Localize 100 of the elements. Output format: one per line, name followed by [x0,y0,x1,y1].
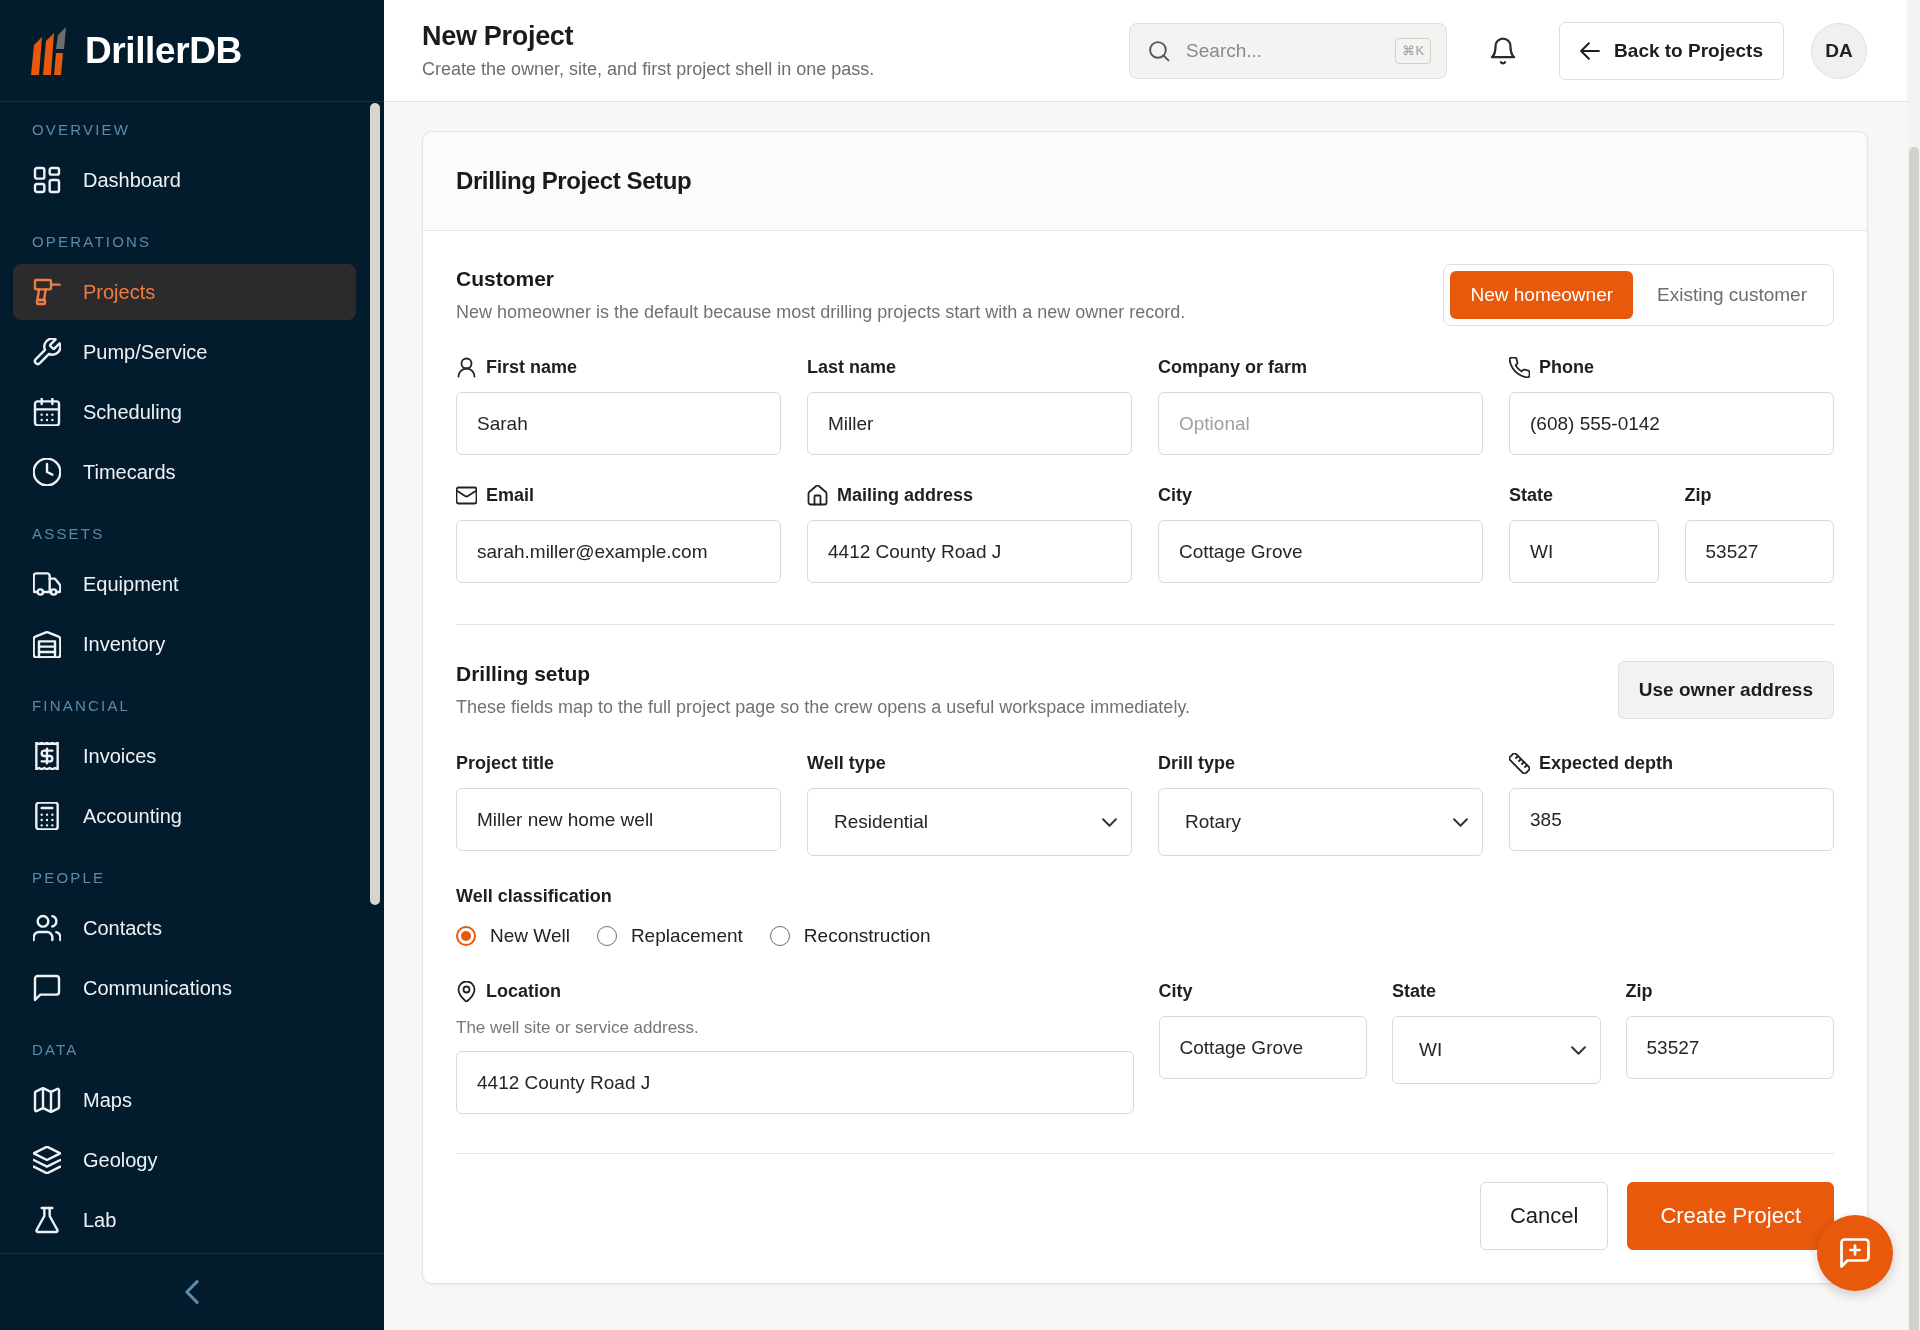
field-label: State [1509,484,1553,506]
field-label: Project title [456,752,555,774]
section-label: DATA [31,1040,80,1060]
nav-item[interactable]: Equipment [13,556,356,612]
arrow-left-icon [1580,40,1601,61]
dropdown[interactable]: Residential [807,788,1132,856]
chat-bubble-icon [33,974,61,1002]
section-label: OPERATIONS [31,232,153,252]
text-field[interactable]: Cottage Grove [1158,520,1483,583]
field-label: Zip [1684,484,1712,506]
dropdown[interactable]: WI [1392,1016,1601,1084]
field-label: Last name [807,356,897,378]
field-label: City [1158,484,1192,506]
bell-icon[interactable] [1490,36,1517,65]
section-title: Drilling setup [456,661,591,687]
card-title: Drilling Project Setup [456,167,692,195]
drill-icon [33,278,61,306]
field-label: Location [486,980,561,1002]
field-label: Email [486,484,535,506]
text-field[interactable]: Miller new home well [456,788,781,851]
layers-icon [33,1146,61,1174]
section-label: FINANCIAL [31,696,132,716]
nav-item[interactable]: Accounting [13,788,356,844]
text-field[interactable]: (608) 555-0142 [1509,392,1834,455]
nav-item[interactable]: Timecards [13,444,356,500]
radio-label[interactable]: Replacement [630,925,743,947]
segment-tab[interactable]: Existing customer [1637,271,1827,319]
brand-name: DrillerDB [85,29,242,72]
nav-item[interactable]: Communications [13,960,356,1016]
search-icon [1148,39,1171,62]
nav-item[interactable]: Scheduling [13,384,356,440]
cancel-button[interactable]: Cancel [1479,1182,1609,1250]
radio-button[interactable] [456,926,476,946]
nav-item[interactable]: Maps [13,1072,356,1128]
field-label: First name [486,356,578,378]
dashboard-icon [33,166,61,194]
keyboard-shortcut: ⌘K [1395,37,1432,64]
text-field[interactable]: WI [1509,520,1659,583]
chat-plus-icon [1840,1238,1870,1268]
section-label: ASSETS [31,524,106,544]
user-icon [456,356,477,378]
create-button[interactable]: Create Project [1627,1182,1834,1250]
truck-icon [33,570,61,598]
chevron-left-icon[interactable] [185,1280,199,1304]
text-field[interactable]: 4412 County Road J [807,520,1132,583]
nav-item[interactable]: Inventory [13,616,356,672]
text-field[interactable]: Sarah [456,392,781,455]
field-label: Expected depth [1539,752,1674,774]
section-title: Customer [456,266,555,292]
use-owner-address-button[interactable]: Use owner address [1617,661,1834,719]
radio-button[interactable] [769,926,790,946]
field-label: Phone [1539,356,1594,378]
page-title: New Project [422,20,574,52]
scrollbar-thumb[interactable] [1908,147,1919,1330]
field-label: Company or farm [1158,356,1308,378]
text-field[interactable]: 53527 [1625,1016,1834,1079]
text-field[interactable]: Optional [1158,392,1483,455]
text-field[interactable]: Miller [807,392,1132,455]
text-field[interactable]: sarah.miller@example.com [456,520,781,583]
dropdown[interactable]: Rotary [1158,788,1483,856]
section-description: New homeowner is the default because most drilling projects start with a new owner record. [456,301,1186,324]
text-field[interactable]: 53527 [1684,520,1834,583]
radio-label[interactable]: New Well [490,925,570,947]
text-field[interactable]: Cottage Grove [1158,1016,1368,1079]
warehouse-icon [33,630,61,658]
phone-icon [1509,356,1530,378]
segment-tab[interactable]: New homeowner [1450,271,1634,319]
field-label: Drill type [1158,752,1236,774]
receipt-icon [33,742,61,770]
field-hint: The well site or service address. [456,1017,699,1039]
field-label: Well classification [456,886,612,907]
logo-icon [31,26,69,75]
field-label: City [1158,980,1193,1002]
avatar[interactable]: DA [1811,22,1867,79]
ruler-icon [1509,752,1530,774]
field-label: Mailing address [837,484,974,506]
clock-icon [33,458,61,486]
nav-item[interactable]: Contacts [13,900,356,956]
radio-button[interactable] [596,926,617,946]
nav-item[interactable]: Invoices [13,728,356,784]
chevron-down-icon [1102,817,1117,827]
map-icon [33,1086,61,1114]
field-label: State [1392,980,1437,1002]
text-field[interactable]: 385 [1509,788,1834,851]
nav-item[interactable]: Dashboard [13,152,356,208]
radio-label[interactable]: Reconstruction [803,925,931,947]
mail-icon [456,484,477,506]
users-icon [33,914,61,942]
chevron-down-icon [1570,1045,1586,1055]
nav-item[interactable]: Geology [13,1132,356,1188]
nav-item[interactable]: Lab [13,1192,356,1248]
scrollbar-thumb[interactable] [370,103,380,905]
section-label: OVERVIEW [31,120,132,140]
back-button[interactable]: Back to Projects [1559,21,1784,80]
text-field[interactable]: 4412 County Road J [456,1051,1134,1114]
nav-item[interactable]: Projects [13,264,356,320]
wrench-icon [33,338,61,366]
section-label: PEOPLE [31,868,107,888]
calendar-icon [33,398,61,426]
nav-item[interactable]: Pump/Service [13,324,356,380]
